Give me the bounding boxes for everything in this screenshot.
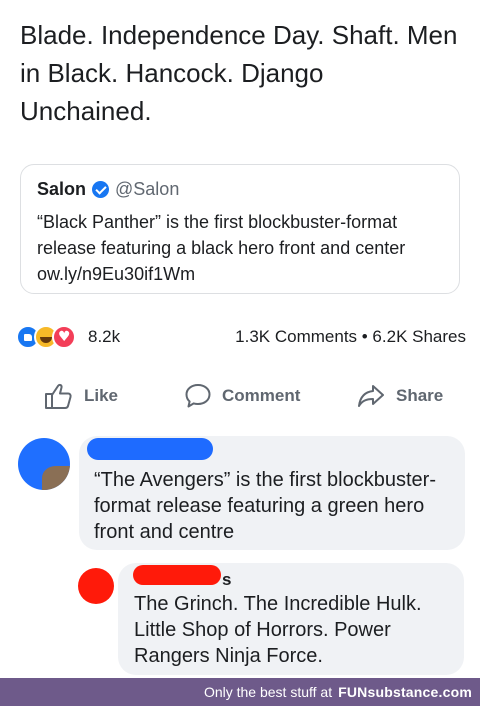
thumbs-up-icon — [45, 383, 72, 409]
quote-author-handle[interactable]: @Salon — [115, 179, 179, 200]
reaction-icons[interactable] — [16, 325, 86, 349]
reply-text: The Grinch. The Incredible Hulk. Little … — [134, 593, 422, 667]
redacted-reply-name[interactable] — [133, 565, 221, 585]
share-button[interactable]: Share — [356, 374, 443, 418]
quoted-tweet-header: Salon @Salon — [37, 179, 179, 200]
watermark-brand: FUNsubstance.com — [338, 684, 472, 700]
love-reaction-icon — [52, 325, 76, 349]
comment-button[interactable]: Comment — [184, 374, 300, 418]
post-action-bar: Like Comment Share — [0, 374, 480, 418]
watermark-bar: Only the best stuff at FUNsubstance.com — [0, 678, 480, 706]
quote-author-name[interactable]: Salon — [37, 179, 86, 200]
quote-body-text: “Black Panther” is the first blockbuster… — [37, 212, 406, 284]
reaction-count[interactable]: 8.2k — [88, 327, 120, 347]
reply-bubble: s The Grinch. The Incredible Hulk. Littl… — [118, 563, 464, 675]
post-text: Blade. Independence Day. Shaft. Men in B… — [20, 20, 458, 126]
comment-bubble-icon — [185, 384, 211, 408]
reply-name-visible-part: s — [222, 570, 232, 589]
redacted-commenter-name[interactable] — [87, 438, 213, 460]
comments-shares-count[interactable]: 1.3K Comments • 6.2K Shares — [235, 327, 466, 347]
comment-text: “The Avengers” is the first blockbuster-… — [94, 469, 436, 543]
like-label: Like — [84, 386, 119, 405]
verified-badge-icon — [92, 181, 110, 198]
reply-avatar[interactable] — [78, 568, 114, 604]
quoted-tweet-card[interactable]: Salon @Salon “Black Panther” is the firs… — [20, 164, 460, 294]
commenter-avatar[interactable] — [18, 438, 70, 490]
post-stats-row: 8.2k 1.3K Comments • 6.2K Shares — [16, 323, 466, 353]
watermark-prefix: Only the best stuff at — [203, 684, 333, 700]
share-label: Share — [396, 386, 444, 405]
comment-bubble: “The Avengers” is the first blockbuster-… — [79, 436, 465, 550]
comment-label: Comment — [222, 386, 301, 405]
share-arrow-icon — [358, 385, 384, 407]
like-button[interactable]: Like — [44, 374, 118, 418]
